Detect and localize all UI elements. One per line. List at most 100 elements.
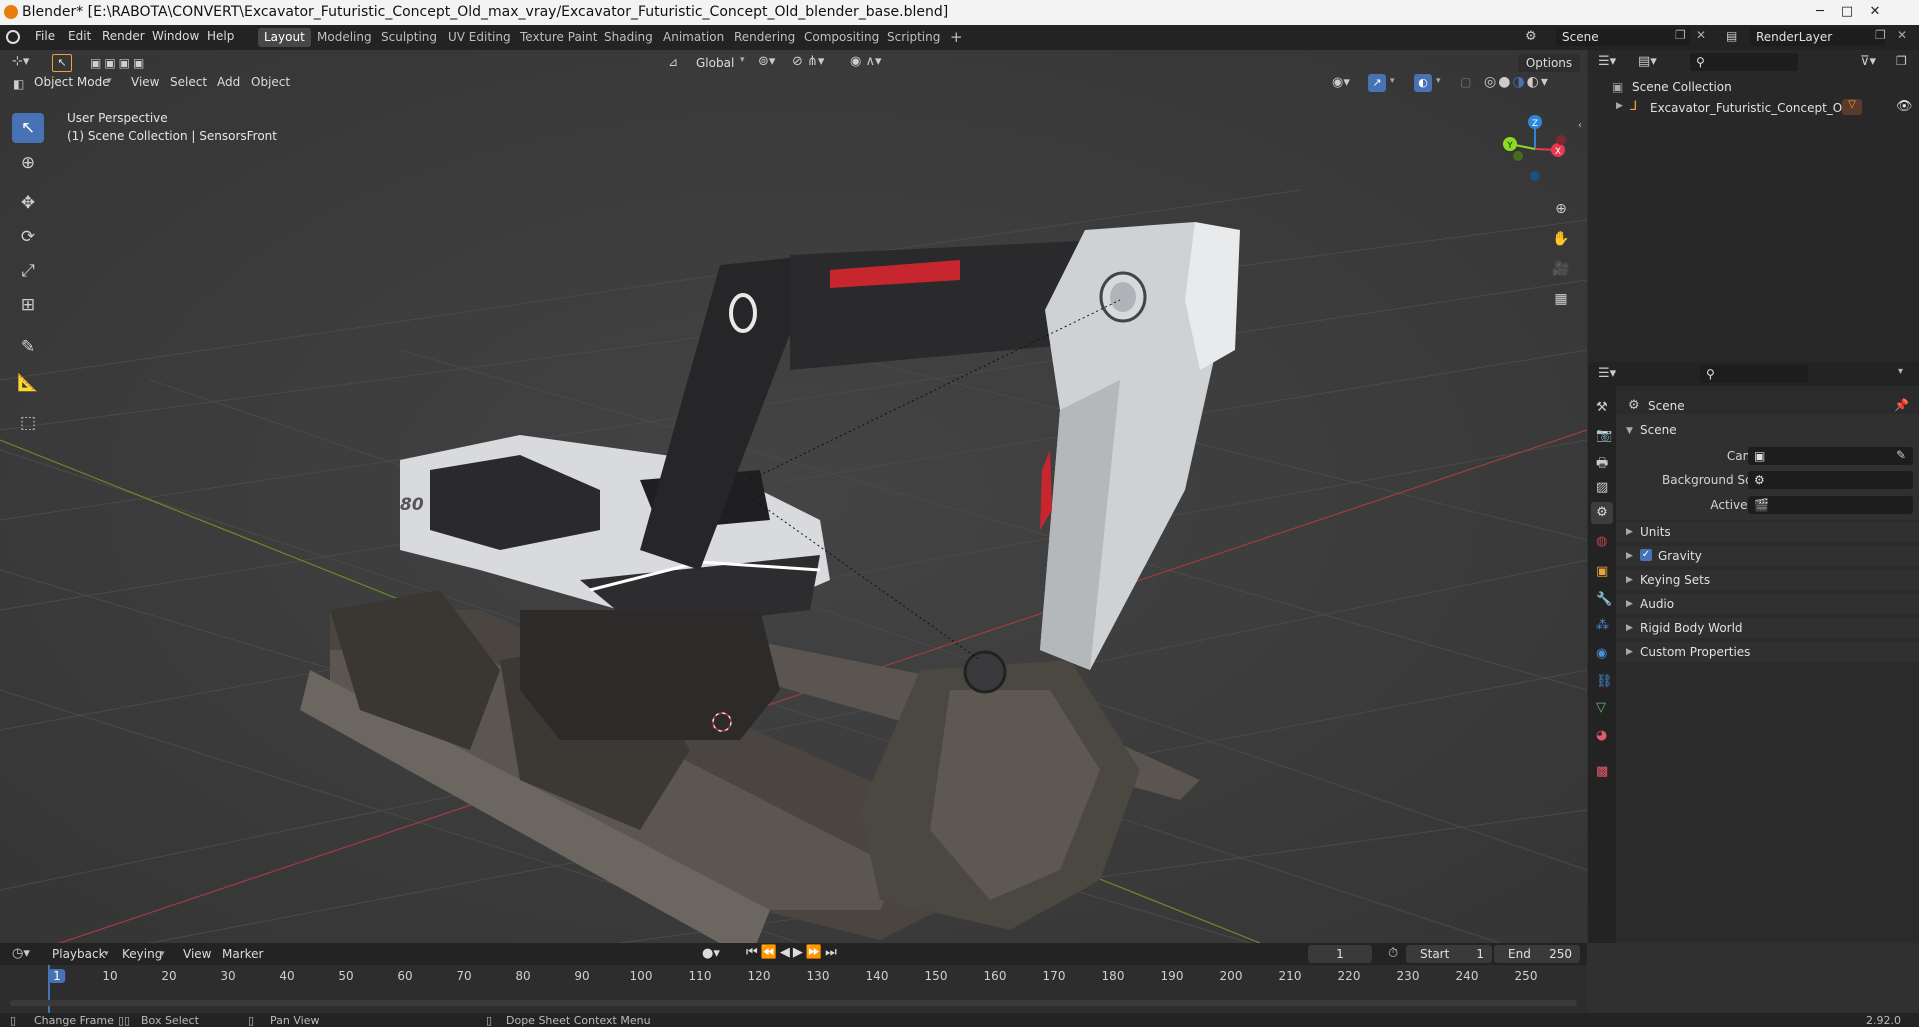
shading-mode-icons[interactable]: ◎●◑◐▾ [1484,74,1550,90]
material-tab-icon[interactable]: ◕ [1596,728,1607,743]
particles-tab-icon[interactable]: ⁂ [1596,618,1609,633]
view-layer-tab-icon[interactable]: ▨ [1596,480,1608,495]
current-frame-field[interactable]: 1 [1308,945,1372,963]
timeline-menu-keying[interactable]: Keying [122,947,162,961]
3d-viewport[interactable]: ⊹▾ ↖ ▣▣▣▣ ⊿ Global ▾ ⊚▾ ⊘ ⋔▾ ◉ ∧▾ Option… [0,50,1587,943]
select-box-tool-icon[interactable]: ↖ [12,113,44,143]
start-frame-field[interactable]: Start 1 [1406,945,1492,963]
outliner-item[interactable]: Excavator_Futuristic_Concept_Old [1650,101,1853,115]
ortho-grid-icon[interactable]: ▦ [1549,287,1573,311]
view-layer-new-icon[interactable]: ❐ [1875,28,1886,42]
keying-sets-section[interactable]: ▶ Keying Sets [1616,570,1919,590]
timeline-menu-playback[interactable]: Playback [52,947,106,961]
pivot-point-icon[interactable]: ⊚▾ [758,54,775,69]
sidebar-toggle-icon[interactable]: ‹ [1578,120,1582,131]
rotate-tool-icon[interactable]: ⟳ [12,222,44,252]
select-tool-icon[interactable]: ↖ [52,54,72,72]
render-tab-icon[interactable]: 📷 [1596,428,1612,443]
viewport-menu-select[interactable]: Select [170,75,207,89]
timeline-menu-marker[interactable]: Marker [222,947,263,961]
chevron-down-icon[interactable]: ▾ [1898,366,1903,377]
playback-controls-icons[interactable]: ⏮⏪◀▶⏩⏭ [746,945,840,960]
viewport-menu-add[interactable]: Add [217,75,240,89]
pin-icon[interactable]: 📌 [1894,398,1909,412]
camera-view-icon[interactable]: 🎥 [1549,257,1573,281]
world-tab-icon[interactable]: ◍ [1596,534,1607,549]
menu-render[interactable]: Render [102,29,145,43]
gravity-section[interactable]: ▶ ✓ Gravity [1616,546,1919,566]
overlays-toggle-icon[interactable]: ◐ [1414,74,1432,92]
scene-new-icon[interactable]: ❐ [1675,28,1686,42]
add-workspace-button[interactable]: + [944,28,969,47]
options-button[interactable]: Options [1518,54,1580,72]
blender-menu-icon[interactable] [6,30,20,44]
expand-arrow-icon[interactable]: ▶ [1616,101,1623,111]
filter-icon[interactable]: ⊽▾ [1860,54,1876,69]
scene-field[interactable]: Scene [1556,28,1690,46]
tab-layout[interactable]: Layout [258,28,311,47]
tab-modeling[interactable]: Modeling [311,28,378,47]
background-scene-field[interactable]: ⚙ [1748,471,1913,489]
select-mode-icons[interactable]: ▣▣▣▣ [90,56,147,70]
rigid-body-world-section[interactable]: ▶ Rigid Body World [1616,618,1919,638]
gravity-checkbox[interactable]: ✓ [1640,549,1652,561]
view-layer-field[interactable]: RenderLayer [1750,28,1885,46]
properties-editor-type-icon[interactable]: ☰▾ [1598,366,1616,381]
close-button[interactable]: ✕ [1862,2,1888,22]
minimize-button[interactable]: ─ [1807,2,1833,22]
outliner-editor-type-icon[interactable]: ☰▾ [1598,54,1616,69]
viewport-menu-object[interactable]: Object [251,75,290,89]
gizmo-toggle-icon[interactable]: ↗ [1368,74,1386,92]
tab-sculpting[interactable]: Sculpting [375,28,443,47]
editor-type-icon[interactable]: ⊹▾ [12,54,29,69]
tab-uv-editing[interactable]: UV Editing [442,28,517,47]
measure-tool-icon[interactable]: 📐 [12,368,44,398]
scene-panel-title[interactable]: Scene [1640,423,1677,437]
active-clip-field[interactable]: 🎬 [1748,496,1913,514]
proportional-edit-icon[interactable]: ◉ ∧▾ [850,54,882,69]
object-tab-icon[interactable]: ▣ [1596,564,1608,579]
record-button-icon[interactable]: ●▾ [702,946,720,961]
zoom-icon[interactable]: ⊕ [1549,197,1573,221]
tab-texture-paint[interactable]: Texture Paint [514,28,603,47]
snap-icon[interactable]: ⊘ ⋔▾ [792,54,824,69]
audio-section[interactable]: ▶ Audio [1616,594,1919,614]
timeline-editor-type-icon[interactable]: ◷▾ [12,946,30,961]
visibility-icon[interactable]: ◉▾ [1332,75,1350,90]
tab-shading[interactable]: Shading [598,28,659,47]
scene-delete-icon[interactable]: ✕ [1696,28,1706,42]
tool-tab-icon[interactable]: ⚒ [1596,400,1608,415]
data-tab-icon[interactable]: ▽ [1596,700,1606,715]
modifiers-tab-icon[interactable]: 🔧 [1596,592,1612,607]
tab-compositing[interactable]: Compositing [798,28,885,47]
menu-window[interactable]: Window [152,29,199,43]
display-mode-icon[interactable]: ▤▾ [1638,54,1657,69]
camera-field[interactable]: ▣ [1748,447,1913,465]
output-tab-icon[interactable]: 🖶 [1596,454,1608,476]
physics-tab-icon[interactable]: ◉ [1596,646,1607,661]
menu-file[interactable]: File [35,29,55,43]
viewport-menu-view[interactable]: View [131,75,159,89]
outliner-search-input[interactable]: ⚲ [1690,53,1798,71]
tab-scripting[interactable]: Scripting [881,28,946,47]
menu-help[interactable]: Help [207,29,234,43]
navigation-gizmo[interactable]: Z Y X [1498,112,1568,182]
clock-icon[interactable]: ⏱ [1388,946,1398,961]
expand-arrow-icon[interactable]: ▼ [1626,426,1633,436]
xray-icon[interactable]: ▢ [1460,75,1471,89]
maximize-button[interactable]: □ [1834,2,1860,22]
tab-animation[interactable]: Animation [657,28,730,47]
transform-tool-icon[interactable]: ⊞ [12,290,44,320]
menu-edit[interactable]: Edit [68,29,91,43]
eyedropper-icon[interactable]: ✎ [1896,448,1906,462]
timeline-menu-view[interactable]: View [183,947,211,961]
constraints-tab-icon[interactable]: ⛓ [1596,674,1613,689]
move-tool-icon[interactable]: ✥ [12,188,44,218]
timeline-scrollbar[interactable] [10,1000,1577,1006]
tab-rendering[interactable]: Rendering [728,28,801,47]
pan-hand-icon[interactable]: ✋ [1549,227,1573,251]
new-collection-icon[interactable]: ❐ [1896,54,1907,68]
eye-icon[interactable]: 👁 [1896,99,1913,114]
texture-tab-icon[interactable]: ▩ [1596,764,1608,779]
end-frame-field[interactable]: End 250 [1494,945,1580,963]
